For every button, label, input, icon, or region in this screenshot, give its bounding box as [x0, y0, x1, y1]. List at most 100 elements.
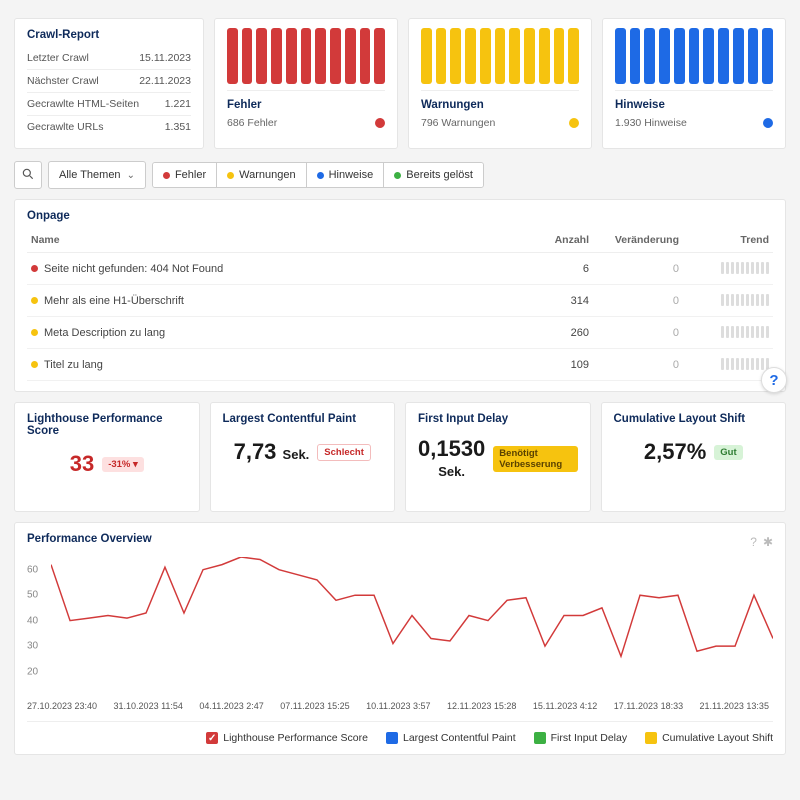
legend-item[interactable]: ✓ Lighthouse Performance Score [206, 732, 368, 744]
row-change: 0 [593, 349, 683, 381]
y-tick-label: 40 [27, 615, 38, 626]
performance-overview-title: Performance Overview [27, 533, 152, 545]
severity-tab[interactable]: Warnungen [217, 163, 306, 187]
row-dot-icon [31, 361, 38, 368]
onpage-title: Onpage [27, 210, 773, 222]
x-tick-label: 21.11.2023 13:35 [700, 701, 769, 711]
crawl-row: Letzter Crawl 15.11.2023 [27, 47, 191, 69]
performance-overview-card: Performance Overview ? ✱ 2030405060 27.1… [14, 522, 786, 755]
metric-unit: Sek. [438, 464, 465, 479]
metric-value: 33 [70, 451, 94, 477]
crawl-row-label: Gecrawlte HTML-Seiten [27, 98, 139, 110]
severity-tab-label: Bereits gelöst [406, 169, 473, 181]
legend-item[interactable]: First Input Delay [534, 732, 627, 744]
severity-tab[interactable]: Hinweise [307, 163, 385, 187]
crawl-row: Gecrawlte HTML-Seiten 1.221 [27, 92, 191, 115]
row-dot-icon [31, 265, 38, 272]
crawl-row-value: 1.351 [165, 121, 191, 133]
crawl-row-value: 15.11.2023 [139, 52, 191, 64]
table-row[interactable]: Meta Description zu lang 260 0 [27, 317, 773, 349]
table-row[interactable]: Mehr als eine H1-Überschrift 314 0 [27, 285, 773, 317]
status-card-errors[interactable]: Fehler 686 Fehler [214, 18, 398, 149]
status-card-hints[interactable]: Hinweise 1.930 Hinweise [602, 18, 786, 149]
legend-swatch-icon [645, 732, 657, 744]
status-bar [509, 28, 520, 84]
status-bar [718, 28, 729, 84]
status-card-warnings[interactable]: Warnungen 796 Warnungen [408, 18, 592, 149]
severity-tab-label: Fehler [175, 169, 206, 181]
status-bar [450, 28, 461, 84]
metric-fid[interactable]: First Input Delay 0,1530Sek. Benötigt Ve… [405, 402, 591, 512]
row-count: 6 [523, 253, 593, 285]
chevron-down-icon: ⌄ [127, 170, 135, 181]
status-bar [615, 28, 626, 84]
row-dot-icon [31, 329, 38, 336]
table-row[interactable]: Titel zu lang 109 0 [27, 349, 773, 381]
severity-tab[interactable]: Bereits gelöst [384, 163, 483, 187]
status-bar [271, 28, 282, 84]
search-button[interactable] [14, 161, 42, 189]
status-bar [748, 28, 759, 84]
col-count[interactable]: Anzahl [523, 228, 593, 253]
status-title: Warnungen [421, 99, 579, 111]
metric-lcp[interactable]: Largest Contentful Paint 7,73 Sek. Schle… [210, 402, 396, 512]
status-bar [674, 28, 685, 84]
performance-chart[interactable]: 2030405060 [27, 557, 773, 697]
crawl-row: Nächster Crawl 22.11.2023 [27, 69, 191, 92]
legend-item[interactable]: Largest Contentful Paint [386, 732, 516, 744]
metric-title: First Input Delay [418, 413, 578, 425]
status-subtitle: 686 Fehler [227, 117, 277, 129]
dot-icon [317, 172, 324, 179]
status-bar [733, 28, 744, 84]
row-name: Meta Description zu lang [44, 327, 165, 339]
legend-label: Lighthouse Performance Score [223, 732, 368, 744]
legend-swatch-icon: ✓ [206, 732, 218, 744]
row-trend [683, 285, 773, 317]
sparkline-icon [721, 260, 769, 274]
legend-label: Cumulative Layout Shift [662, 732, 773, 744]
x-tick-label: 15.11.2023 4:12 [533, 701, 597, 711]
severity-tab-label: Warnungen [239, 169, 295, 181]
status-bar [762, 28, 773, 84]
crawl-report-card: Crawl-Report Letzter Crawl 15.11.2023 Nä… [14, 18, 204, 149]
crawl-row-label: Nächster Crawl [27, 75, 99, 87]
x-tick-label: 12.11.2023 15:28 [447, 701, 516, 711]
metric-badge: Schlecht [317, 444, 371, 461]
row-trend [683, 349, 773, 381]
status-bar [554, 28, 565, 84]
metric-cls[interactable]: Cumulative Layout Shift 2,57% Gut [601, 402, 787, 512]
status-dot-icon [763, 118, 773, 128]
status-bar [689, 28, 700, 84]
status-title: Fehler [227, 99, 385, 111]
metric-value: 2,57% [644, 439, 706, 465]
status-bar [374, 28, 385, 84]
legend-item[interactable]: Cumulative Layout Shift [645, 732, 773, 744]
topic-dropdown[interactable]: Alle Themen ⌄ [48, 161, 146, 189]
col-trend[interactable]: Trend [683, 228, 773, 253]
crawl-row: Gecrawlte URLs 1.351 [27, 115, 191, 138]
row-name: Seite nicht gefunden: 404 Not Found [44, 263, 223, 275]
row-change: 0 [593, 317, 683, 349]
x-axis-labels: 27.10.2023 23:4031.10.2023 11:5404.11.20… [27, 701, 773, 711]
x-tick-label: 17.11.2023 18:33 [614, 701, 683, 711]
dot-icon [394, 172, 401, 179]
status-bar [539, 28, 550, 84]
severity-tab[interactable]: Fehler [153, 163, 217, 187]
status-bar [421, 28, 432, 84]
filter-bar: Alle Themen ⌄ Fehler Warnungen Hinweise … [14, 161, 786, 189]
gear-icon[interactable]: ✱ [763, 535, 773, 549]
dot-icon [163, 172, 170, 179]
help-icon[interactable]: ? [750, 535, 757, 549]
status-bar [524, 28, 535, 84]
metric-lighthouse[interactable]: Lighthouse Performance Score 33 -31% ▾ [14, 402, 200, 512]
status-subtitle: 1.930 Hinweise [615, 117, 687, 129]
col-name[interactable]: Name [27, 228, 523, 253]
status-bar [227, 28, 238, 84]
table-row[interactable]: Seite nicht gefunden: 404 Not Found 6 0 [27, 253, 773, 285]
help-button[interactable]: ? [761, 367, 787, 393]
x-tick-label: 31.10.2023 11:54 [114, 701, 183, 711]
chart-legend: ✓ Lighthouse Performance Score Largest C… [27, 721, 773, 744]
col-change[interactable]: Veränderung [593, 228, 683, 253]
status-bars [615, 29, 773, 91]
status-bar [286, 28, 297, 84]
